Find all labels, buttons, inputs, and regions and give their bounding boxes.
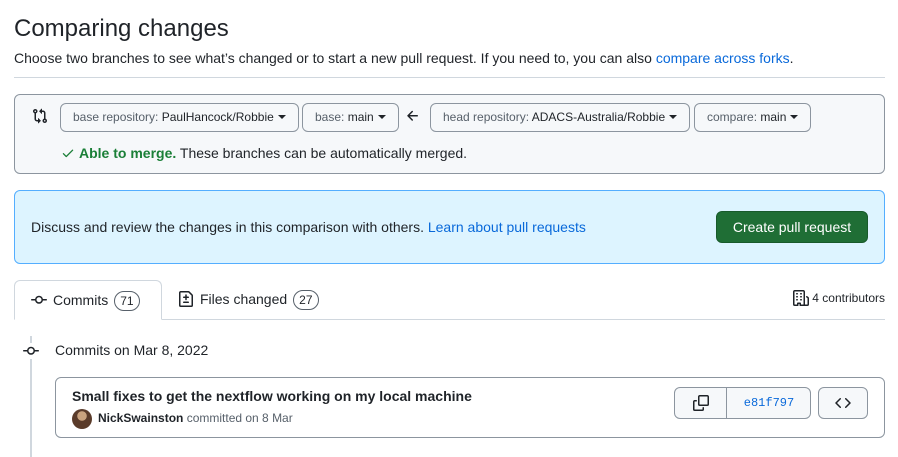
commit-meta: NickSwainston committed on 8 Mar — [98, 411, 293, 425]
tab-files-changed-label: Files changed — [200, 291, 288, 307]
subtitle-end: . — [789, 50, 794, 66]
browse-code-button[interactable] — [818, 387, 868, 419]
head-repository-select[interactable]: head repository: ADACS-Australia/Robbie — [430, 103, 691, 132]
compare-across-forks-link[interactable]: compare across forks — [656, 50, 790, 66]
page-title: Comparing changes — [14, 15, 229, 42]
pull-request-prompt: Discuss and review the changes in this c… — [14, 190, 885, 264]
merge-status-label: Able to merge. — [79, 145, 177, 161]
check-icon — [62, 149, 74, 158]
commit-author-link[interactable]: NickSwainston — [98, 411, 183, 425]
caret-down-icon — [277, 114, 286, 119]
commit-sha-group: e81f797 — [674, 387, 811, 419]
base-repository-select[interactable]: base repository: PaulHancock/Robbie — [60, 103, 299, 132]
base-repository-value: PaulHancock/Robbie — [161, 110, 274, 124]
base-branch-value: main — [347, 110, 374, 124]
base-branch-label: base: — [315, 110, 348, 124]
avatar[interactable] — [72, 409, 92, 429]
commit-list-item: Small fixes to get the nextflow working … — [55, 377, 885, 438]
commit-message-link[interactable]: Small fixes to get the nextflow working … — [72, 388, 472, 404]
page-subtitle: Choose two branches to see what’s change… — [14, 50, 794, 66]
merge-status-detail: These branches can be automatically merg… — [176, 145, 468, 161]
merge-status: Able to merge. These branches can be aut… — [61, 145, 467, 161]
caret-down-icon — [790, 114, 799, 119]
caret-down-icon — [377, 114, 386, 119]
code-icon — [835, 397, 851, 409]
head-repository-label: head repository: — [443, 110, 532, 124]
copy-sha-button[interactable] — [675, 388, 727, 418]
base-repository-label: base repository: — [73, 110, 162, 124]
commit-action-text: committed on 8 Mar — [183, 411, 293, 425]
subtitle-text: Choose two branches to see what’s change… — [14, 50, 656, 66]
learn-about-pull-requests-link[interactable]: Learn about pull requests — [428, 219, 586, 235]
contributors-count: 4 contributors — [812, 291, 885, 305]
tab-commits-label: Commits — [53, 292, 109, 308]
commits-counter: 71 — [114, 291, 140, 311]
file-diff-icon — [179, 291, 193, 307]
arrow-left-icon — [407, 110, 418, 121]
commit-sha-link[interactable]: e81f797 — [728, 388, 810, 418]
compare-branch-value: main — [760, 110, 787, 124]
divider — [14, 77, 885, 78]
organization-icon — [793, 290, 810, 306]
prompt-message: Discuss and review the changes in this c… — [31, 219, 428, 235]
tab-commits[interactable]: Commits 71 — [14, 280, 162, 320]
create-pull-request-button[interactable]: Create pull request — [716, 211, 868, 243]
base-branch-select[interactable]: base: main — [302, 103, 399, 132]
compare-branch-select[interactable]: compare: main — [694, 103, 812, 132]
commit-group-heading: Commits on Mar 8, 2022 — [55, 342, 209, 358]
git-compare-icon[interactable] — [32, 108, 48, 124]
copy-icon — [693, 395, 709, 411]
caret-down-icon — [669, 114, 678, 119]
git-commit-icon — [31, 295, 47, 304]
head-repository-value: ADACS-Australia/Robbie — [531, 110, 666, 124]
git-commit-icon — [22, 343, 40, 359]
range-editor: base repository: PaulHancock/Robbie base… — [14, 94, 885, 174]
contributors-link[interactable]: 4 contributors — [793, 290, 885, 306]
prompt-text: Discuss and review the changes in this c… — [31, 219, 586, 235]
files-changed-counter: 27 — [293, 290, 319, 310]
tab-files-changed[interactable]: Files changed 27 — [178, 280, 319, 320]
compare-branch-label: compare: — [707, 110, 761, 124]
